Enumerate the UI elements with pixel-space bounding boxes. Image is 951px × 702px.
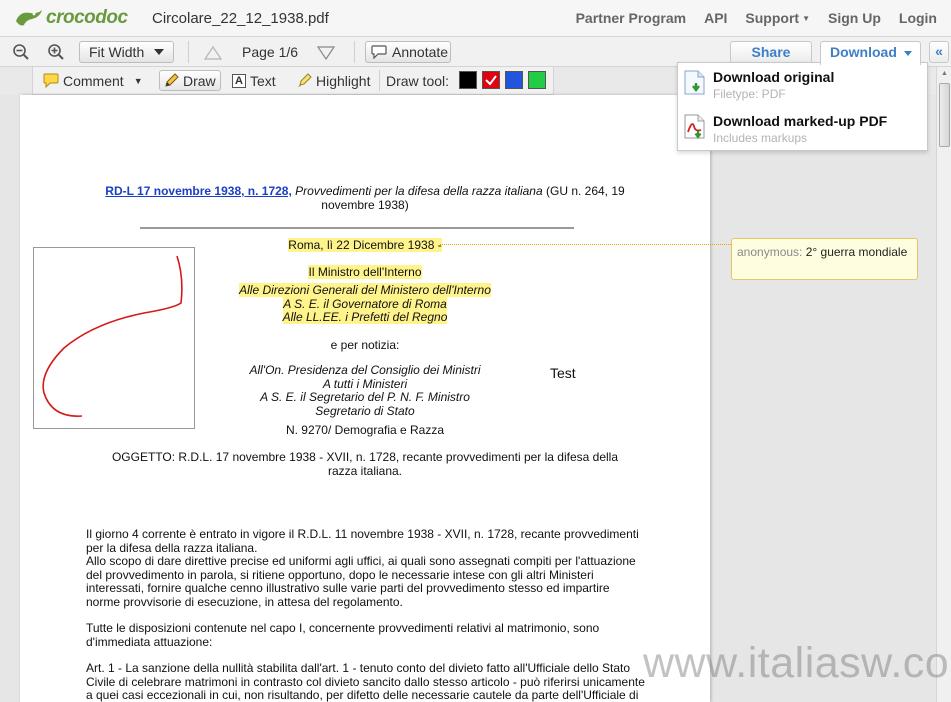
comment-bubble[interactable]: anonymous: 2° guerra mondiale	[731, 238, 918, 280]
text-label: Text	[250, 72, 276, 89]
draw-tool[interactable]: Draw	[159, 70, 221, 91]
zoom-in-icon[interactable]	[47, 43, 65, 61]
download-label: Download	[830, 44, 897, 60]
text-tool[interactable]: A Text	[232, 70, 276, 91]
vertical-scrollbar[interactable]: ▲	[936, 67, 951, 702]
speech-bubble-icon	[371, 45, 387, 59]
comment-connector	[440, 244, 731, 245]
comment-author: anonymous:	[737, 245, 803, 259]
collapse-sidebar-button[interactable]: «	[929, 41, 949, 63]
notice-line: A tutti i Ministeri	[322, 376, 408, 391]
next-page-icon[interactable]	[317, 44, 335, 62]
paragraph: Allo scopo di dare direttive precise ed …	[86, 554, 636, 609]
text-annotation[interactable]: Test	[550, 365, 576, 381]
download-original-title: Download original	[713, 69, 835, 85]
paragraph: Tutte le disposizioni contenute nel capo…	[86, 621, 600, 649]
recipient-line: A S. E. il Governatore di Roma	[283, 296, 447, 311]
date-text: Roma, lì 22 Dicembre 1938 -	[288, 238, 442, 252]
download-markup-item[interactable]: Download marked-up PDF Includes markups	[678, 107, 929, 151]
logo-text: crocodoc	[46, 7, 128, 28]
draw-label: Draw	[183, 72, 216, 89]
watermark: www.italiasw.com	[643, 639, 951, 687]
chevron-down-icon: ▼	[133, 75, 143, 86]
comment-bubble-icon	[43, 73, 59, 88]
document-download-icon	[684, 70, 705, 95]
law-title: Provvedimenti per la difesa della razza …	[295, 184, 543, 198]
highlight-label: Highlight	[316, 72, 371, 89]
top-navigation: Partner Program API Support ▼ Sign Up Log…	[558, 10, 937, 26]
crocodoc-logo[interactable]: crocodoc	[14, 7, 128, 29]
fit-width-select[interactable]: Fit Width	[79, 41, 174, 63]
color-swatch-black[interactable]	[459, 71, 477, 89]
annotation-toolbar: Comment ▼ Draw A Text Highlight Draw too…	[32, 67, 554, 95]
signup-link[interactable]: Sign Up	[828, 10, 881, 26]
chevron-down-icon: ▼	[802, 14, 810, 23]
support-label: Support	[745, 10, 800, 26]
download-original-subtitle: Filetype: PDF	[713, 87, 786, 101]
horizontal-rule	[140, 227, 574, 229]
notice-line: All'On. Presidenza del Consiglio dei Min…	[249, 363, 481, 377]
chevron-down-icon	[154, 49, 164, 55]
fit-width-label: Fit Width	[89, 44, 145, 60]
partner-program-link[interactable]: Partner Program	[576, 10, 686, 26]
comment-label: Comment	[63, 72, 124, 89]
color-swatch-red[interactable]	[482, 71, 500, 89]
previous-page-icon[interactable]	[204, 44, 222, 62]
date-line: Roma, lì 22 Dicembre 1938 -	[20, 238, 710, 252]
download-original-item[interactable]: Download original Filetype: PDF	[678, 63, 929, 107]
top-bar: crocodoc Circolare_22_12_1938.pdf Partne…	[0, 0, 951, 37]
support-menu[interactable]: Support ▼	[745, 10, 810, 26]
body-text: Il giorno 4 corrente è entrato in vigore…	[86, 527, 646, 702]
document-viewer: RD-L 17 novembre 1938, n. 1728, Provvedi…	[0, 95, 936, 702]
toolbar-divider	[188, 41, 189, 63]
chevron-down-icon	[904, 51, 912, 56]
api-link[interactable]: API	[704, 10, 727, 26]
zoom-out-icon[interactable]	[12, 43, 30, 61]
comment-tool[interactable]: Comment ▼	[43, 70, 143, 91]
document-title: Circolare_22_12_1938.pdf	[152, 10, 329, 27]
scroll-up-arrow-icon[interactable]: ▲	[937, 67, 951, 82]
per-notizia: e per notizia:	[330, 338, 400, 352]
protocol-number: N. 9270/ Demografia e Razza	[285, 423, 445, 437]
minister-text: Il Ministro dell'Interno	[308, 265, 422, 279]
text-box-icon: A	[232, 73, 246, 88]
notice-line: Segretario di Stato	[315, 403, 415, 418]
toolbar-divider	[379, 70, 380, 91]
login-link[interactable]: Login	[899, 10, 937, 26]
pdf-download-icon	[684, 114, 705, 139]
crocodile-logo-icon	[16, 10, 42, 26]
highlighter-icon	[298, 73, 312, 87]
download-markup-subtitle: Includes markups	[713, 131, 808, 145]
annotate-label: Annotate	[392, 44, 449, 60]
notice-line: A S. E. il Segretario del P. N. F. Minis…	[260, 390, 470, 404]
document-heading: RD-L 17 novembre 1938, n. 1728, Provvedi…	[20, 184, 710, 212]
highlight-tool[interactable]: Highlight	[297, 70, 370, 91]
notice-block: All'On. Presidenza del Consiglio dei Min…	[20, 363, 710, 418]
document-page: RD-L 17 novembre 1938, n. 1728, Provvedi…	[20, 95, 710, 702]
recipients-block: Alle Direzioni Generali del Ministero de…	[20, 283, 710, 325]
download-menu: Download original Filetype: PDF Download…	[677, 62, 928, 151]
recipient-line: Alle Direzioni Generali del Ministero de…	[239, 283, 491, 297]
draw-tool-label: Draw tool:	[386, 72, 450, 89]
annotate-button[interactable]: Annotate	[365, 41, 451, 63]
color-swatch-green[interactable]	[528, 71, 546, 89]
pencil-icon	[165, 73, 179, 87]
comment-text: 2° guerra mondiale	[805, 245, 908, 259]
download-markup-title: Download marked-up PDF	[713, 113, 888, 129]
law-link[interactable]: RD-L 17 novembre 1938, n. 1728,	[105, 184, 292, 198]
subject-line: OGGETTO: R.D.L. 17 novembre 1938 - XVII,…	[111, 450, 619, 478]
checkmark-icon	[485, 75, 497, 86]
download-button[interactable]: Download	[820, 41, 921, 65]
share-button[interactable]: Share	[730, 41, 812, 63]
paragraph: Il giorno 4 corrente è entrato in vigore…	[86, 527, 639, 555]
minister-line: Il Ministro dell'Interno	[20, 265, 710, 279]
color-swatch-blue[interactable]	[505, 71, 523, 89]
paragraph: Art. 1 - La sanzione della nullità stabi…	[86, 661, 645, 702]
recipient-line: Alle LL.EE. i Prefetti del Regno	[282, 310, 448, 324]
toolbar-divider	[354, 41, 355, 63]
page-indicator: Page 1/6	[242, 44, 299, 60]
scroll-thumb[interactable]	[939, 83, 950, 147]
